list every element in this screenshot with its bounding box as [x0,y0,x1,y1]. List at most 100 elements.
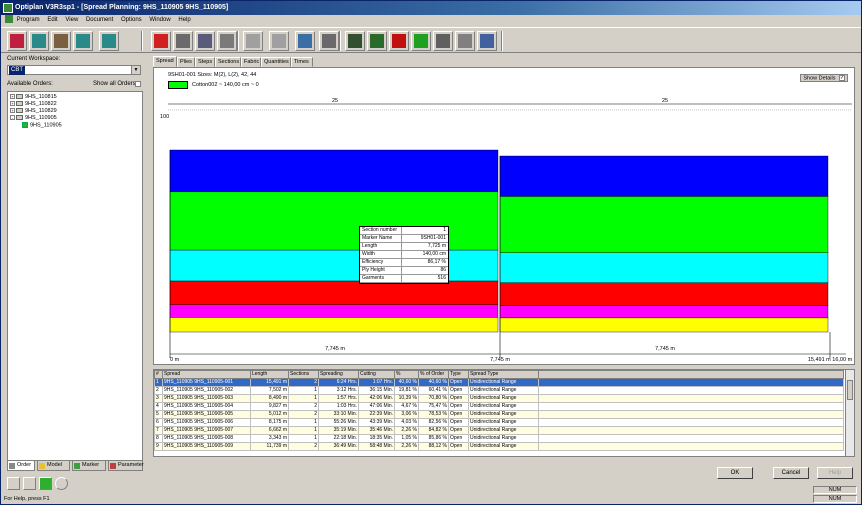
help-button[interactable]: Help [817,467,853,479]
table-row[interactable]: 4 9HS_110905 9HS_110905-004 9,827 m 2 1:03 H… [154,402,844,411]
column-header[interactable]: Spread [162,370,251,379]
tab-plies[interactable]: Plies [177,57,195,67]
print-button[interactable] [455,31,475,51]
tree-node[interactable]: +9HS_110829 [10,108,57,115]
table-row[interactable]: 6 9HS_110905 9HS_110905-006 8,175 m 1 55:26 … [154,418,844,427]
table-row[interactable]: 3 9HS_110905 9HS_110905-003 8,490 m 1 1:57 H… [154,394,844,403]
table-cell: 1 [288,434,319,443]
cancel-button[interactable]: Cancel [773,467,809,479]
hand-button[interactable] [269,31,289,51]
tree-node[interactable]: 9HS_110905 [22,122,62,129]
menu-help[interactable]: Help [178,15,190,26]
columns-icon [220,34,234,48]
move-button[interactable] [243,31,263,51]
table-row[interactable]: 9 9HS_110905 9HS_110905-009 11,739 m 2 36:49… [154,442,844,451]
table-scrollbar[interactable] [845,370,854,456]
table-row[interactable]: 2 9HS_110905 9HS_110905-002 7,502 m 1 3:12 H… [154,386,844,395]
menu-document[interactable]: Document [86,15,113,26]
info-row: Efficiency 86,17 % [360,259,448,267]
table-cell: 1 [288,394,319,403]
spread-chart-panel: 9SH01-001 Sizes: M(2), L(2), 42, 44 Cott… [153,67,855,365]
table-row[interactable]: 1 9HS_110905 9HS_110905-001 15,491 m 2 6:24 … [154,378,844,387]
column-header[interactable]: % [394,370,419,379]
trash-red-button[interactable] [389,31,409,51]
show-all-orders-checkbox[interactable] [135,81,141,87]
column-header[interactable]: % of Order [418,370,449,379]
trash-green-button[interactable] [411,31,431,51]
spread-button[interactable] [73,31,93,51]
trash-gray-button[interactable] [433,31,453,51]
mail-button[interactable] [319,31,339,51]
column-header[interactable]: Spreading [318,370,359,379]
info-key: Marker Name [360,235,402,242]
tree-node[interactable]: - 9HS_110905 [10,115,57,122]
tab-parameter[interactable]: Parameter [108,461,144,471]
planning-button[interactable] [7,31,27,51]
tab-marker[interactable]: Marker [72,461,106,471]
report-button[interactable] [295,31,315,51]
tab-model[interactable]: Model [37,461,70,471]
tab-quantities[interactable]: Quantities [261,57,291,67]
tab-steps[interactable]: Steps [195,57,215,67]
orders-tree: +9HS_110815 +9HS_110822 +9HS_110829-9HS_11… [7,91,143,461]
ok-button[interactable]: OK [717,467,753,479]
zoom-button[interactable] [477,31,497,51]
edit-button[interactable] [195,31,215,51]
tree-expander-icon[interactable]: + [10,108,15,114]
table-cell: 1 [288,418,319,427]
report-icon [298,34,312,48]
table-row[interactable]: 5 9HS_110905 9HS_110905-005 5,012 m 2 33:10 … [154,410,844,419]
menu-program[interactable]: Program [17,15,40,26]
table-cell: 7 [154,426,163,435]
marker-tool-2-button[interactable] [367,31,387,51]
menu-view[interactable]: View [65,15,78,26]
chevron-down-icon[interactable]: ▼ [131,66,140,74]
tab-order[interactable]: Order [7,461,35,471]
column-header[interactable]: # [154,370,163,379]
cut-button[interactable] [99,31,119,51]
marker-button[interactable] [29,31,49,51]
table-cell: 47:06 Min. [358,402,395,411]
marker-tool-button[interactable] [345,31,365,51]
tab-spread[interactable]: Spread [153,56,177,67]
table-row[interactable]: 7 9HS_110905 9HS_110905-007 6,662 m 1 35:19 … [154,426,844,435]
order-button[interactable] [51,31,71,51]
spread-planning-panel: Spread Plies Steps Sections Fabric Quantities… [151,55,859,481]
order-icon [9,463,15,469]
print-preview-button[interactable] [173,31,193,51]
table-cell: 40,60 % [394,378,419,387]
ply-layer [499,155,829,197]
info-value: 7,725 m [427,243,446,249]
edit-icon [198,34,212,48]
menu-options[interactable]: Options [121,15,142,26]
document-menu-icon[interactable] [5,15,13,24]
column-header[interactable]: Type [448,370,469,379]
tree-expander-icon[interactable]: - [10,115,15,121]
tab-times[interactable]: Times [291,57,313,67]
tree-expander-icon[interactable]: + [10,94,15,100]
menu-window[interactable]: Window [149,15,170,26]
info-row: Garments 516 [360,275,448,283]
menu-bar: Program Edit View Document Options Windo… [1,15,861,26]
left-tabs: Order Model Marker Parameter [7,461,144,471]
tab-fabric[interactable]: Fabric [241,57,261,67]
column-header[interactable]: Cutting [358,370,395,379]
columns-button[interactable] [217,31,237,51]
tree-node[interactable]: +9HS_110822 [10,101,57,108]
scrollbar-thumb[interactable] [847,380,853,400]
menu-edit[interactable]: Edit [47,15,57,26]
workspace-select[interactable]: CBT ▼ [7,65,141,75]
column-header[interactable]: Sections [288,370,319,379]
tree-node[interactable]: +9HS_110815 [10,94,57,101]
trash-red-icon [392,34,406,48]
table-cell: 8,490 m [250,394,289,403]
section-plies-label: 25 [332,98,338,104]
table-cell: 85,86 % [418,434,449,443]
info-value: 86,17 % [427,259,446,265]
save-button[interactable] [151,31,171,51]
tree-expander-icon[interactable]: + [10,101,15,107]
column-header[interactable]: Spread Type [468,370,539,379]
tab-sections[interactable]: Sections [215,57,241,67]
column-header[interactable]: Length [250,370,289,379]
table-row[interactable]: 8 9HS_110905 9HS_110905-008 3,343 m 1 22:18 … [154,434,844,443]
